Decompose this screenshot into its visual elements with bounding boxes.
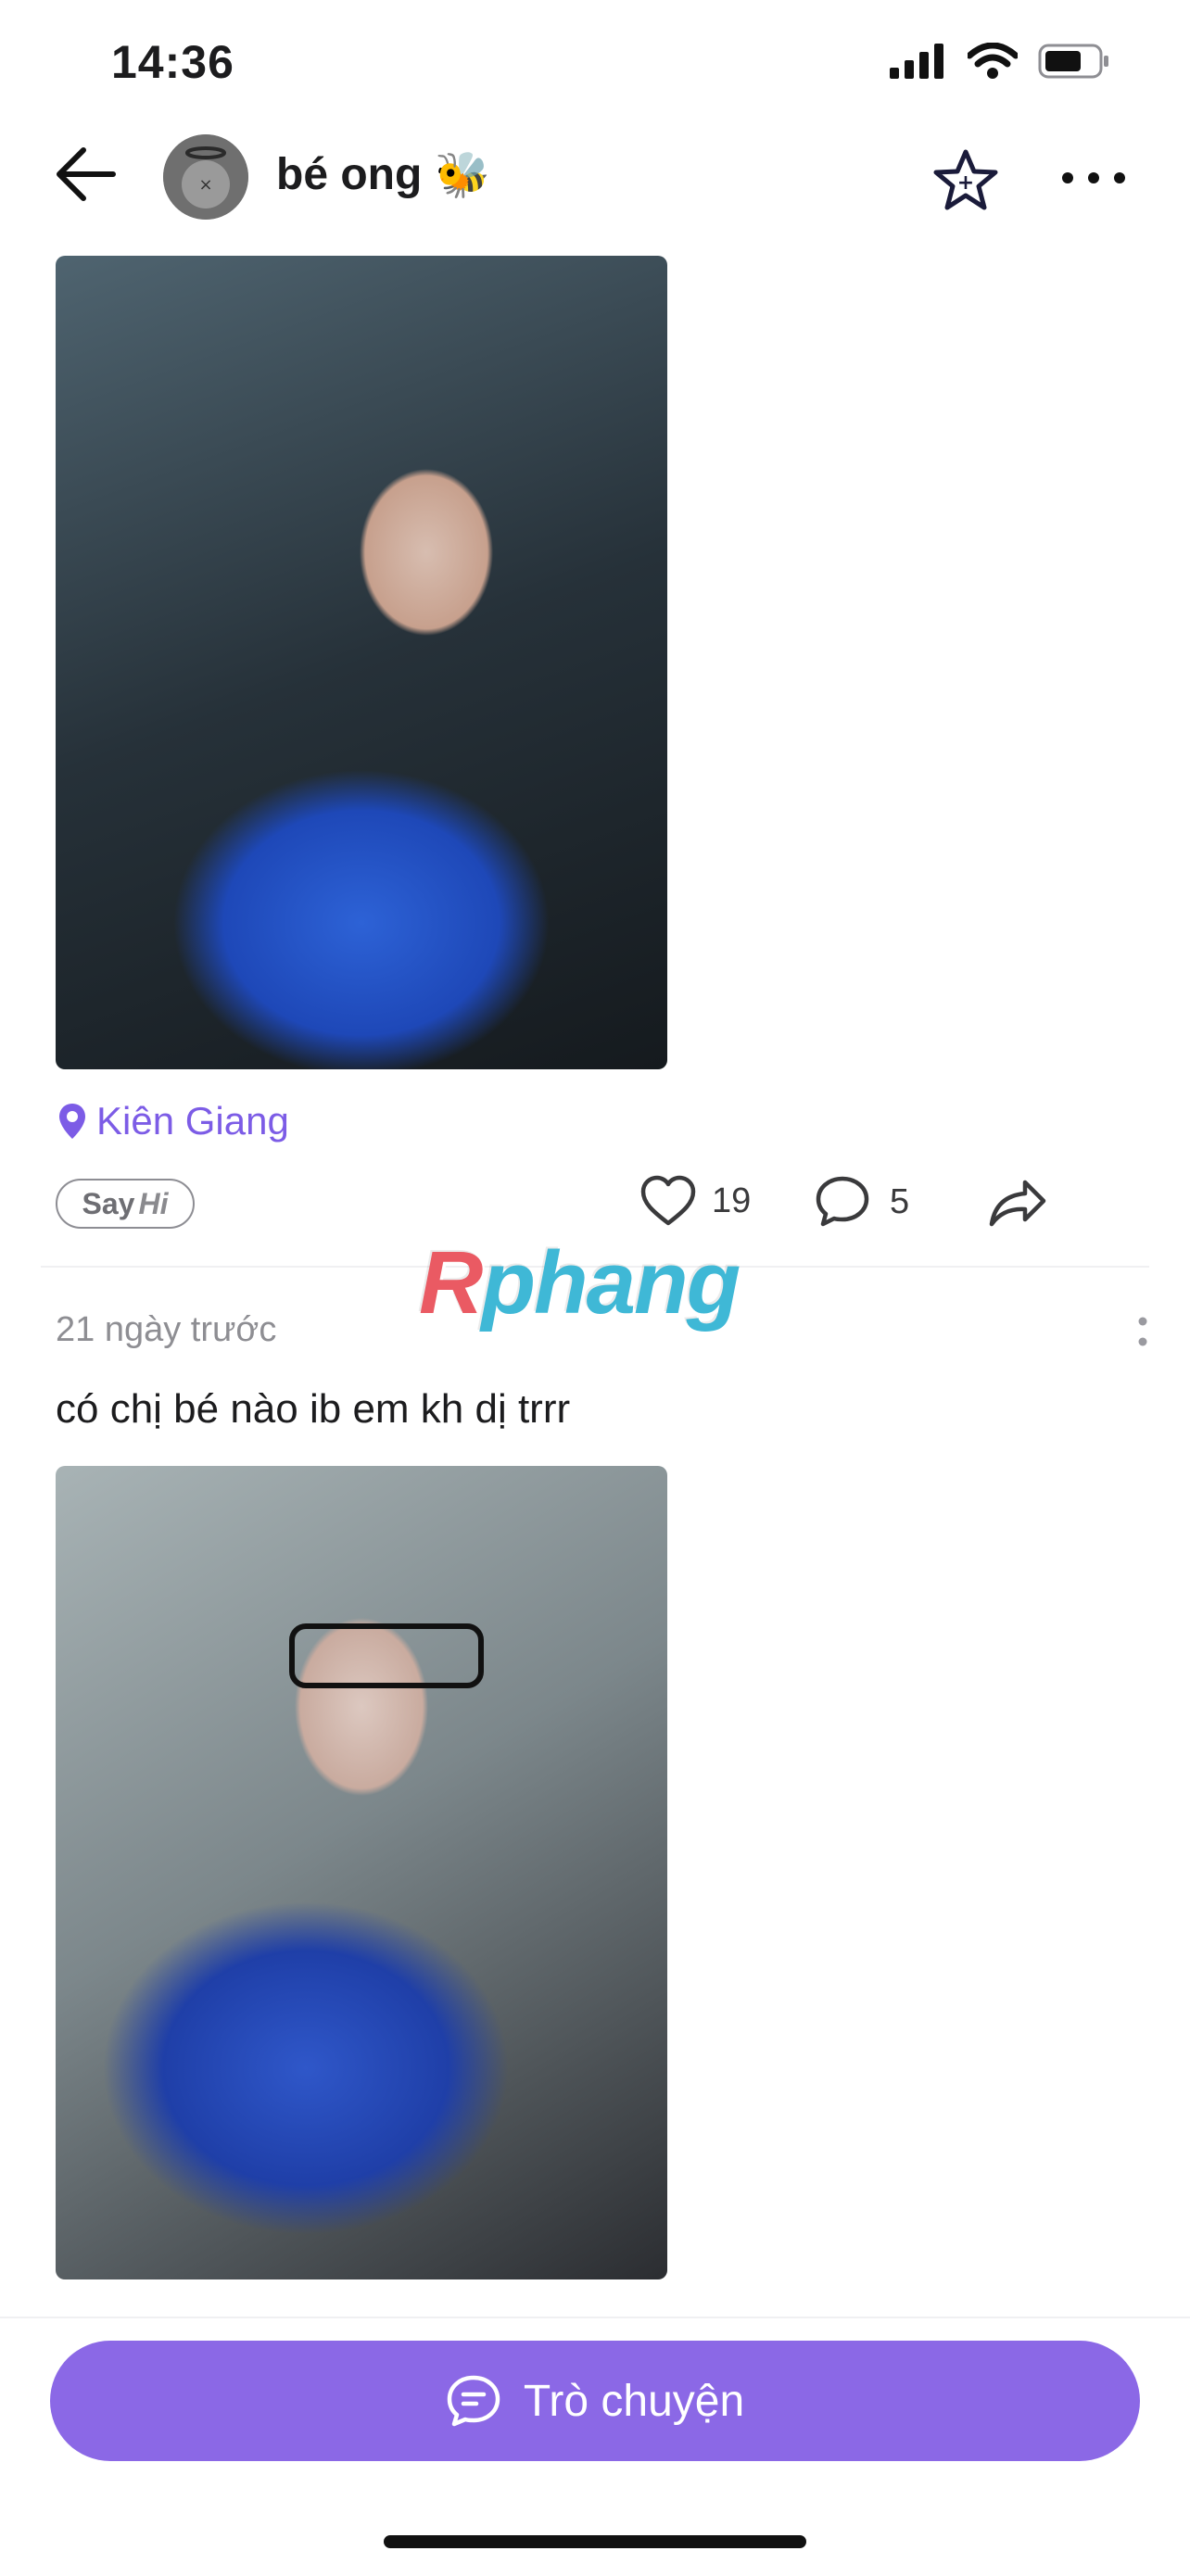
location-pin-icon <box>59 1104 85 1139</box>
like-button[interactable]: 19 <box>639 1175 751 1227</box>
watermark-rest: phang <box>481 1233 741 1332</box>
say-hi-hi: Hi <box>138 1186 169 1220</box>
watermark-r: R <box>419 1233 483 1332</box>
post-menu-button[interactable] <box>1136 1314 1149 1351</box>
location-label: Kiên Giang <box>96 1099 289 1143</box>
post-text: có chị bé nào ib em kh dị trrr <box>56 1386 571 1432</box>
say-hi-say: Say <box>82 1186 135 1220</box>
signal-icon <box>890 44 943 79</box>
avatar-image: × <box>163 134 248 220</box>
more-button[interactable] <box>1057 159 1131 196</box>
battery-icon <box>1038 44 1108 79</box>
star-icon: + <box>933 149 998 210</box>
share-icon <box>989 1180 1046 1227</box>
status-icons <box>890 43 1112 80</box>
avatar[interactable]: × <box>163 134 248 220</box>
chat-bubble-icon <box>447 2375 500 2427</box>
svg-text:×: × <box>198 175 212 195</box>
more-horizontal-icon <box>1062 172 1125 183</box>
comment-count: 5 <box>890 1181 910 1221</box>
wifi-icon <box>968 43 1018 79</box>
like-count: 19 <box>712 1181 752 1220</box>
bee-emoji: 🐝 <box>435 151 491 200</box>
heart-icon <box>640 1175 696 1226</box>
share-button[interactable] <box>988 1179 1047 1231</box>
arrow-left-icon <box>57 147 116 201</box>
post-photo-2[interactable] <box>56 1466 667 2279</box>
chat-button[interactable]: Trò chuyện <box>50 2341 1140 2461</box>
chat-button-label: Trò chuyện <box>523 2376 745 2426</box>
profile-name: bé ong 🐝 <box>276 148 490 201</box>
say-hi-button[interactable]: Say Hi <box>56 1179 195 1229</box>
status-time: 14:36 <box>111 36 234 88</box>
comment-button[interactable]: 5 <box>814 1175 909 1229</box>
watermark-logo: Rphang <box>419 1232 741 1334</box>
more-vertical-icon <box>1138 1317 1147 1346</box>
svg-text:+: + <box>957 171 974 195</box>
comment-icon <box>816 1176 869 1227</box>
location-tag[interactable]: Kiên Giang <box>57 1099 289 1143</box>
glasses-shape <box>289 1623 484 1688</box>
favorite-button[interactable]: + <box>932 146 999 213</box>
post-timestamp: 21 ngày trước <box>56 1310 277 1349</box>
home-indicator[interactable] <box>384 2535 806 2548</box>
back-button[interactable] <box>52 139 122 209</box>
profile-name-text: bé ong <box>276 150 423 199</box>
post-photo-1[interactable] <box>56 256 667 1069</box>
